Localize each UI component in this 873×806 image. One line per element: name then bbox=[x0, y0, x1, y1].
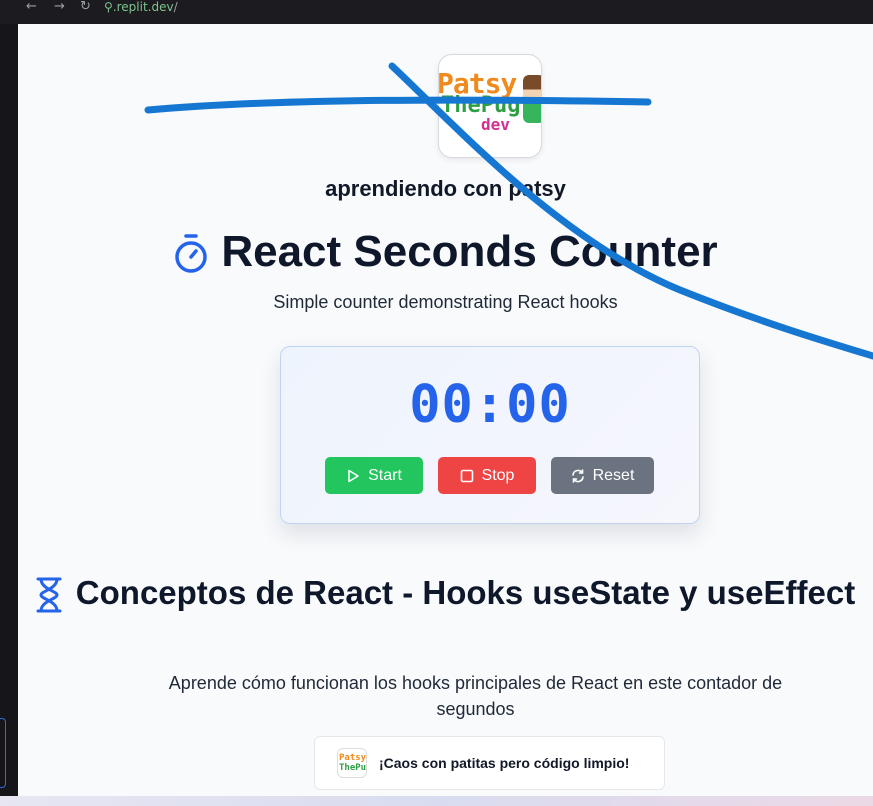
page-content: Patsy ThePug dev aprendiendo con patsy R… bbox=[18, 24, 873, 796]
url-host: .replit.dev bbox=[112, 0, 174, 14]
badge-logo-text-top: Patsy bbox=[339, 753, 367, 763]
brand-name: aprendiendo con patsy bbox=[325, 176, 566, 201]
start-button[interactable]: Start bbox=[325, 457, 423, 494]
badge-logo: Patsy ThePug bbox=[337, 748, 367, 778]
motto-badge: Patsy ThePug ¡Caos con patitas pero códi… bbox=[314, 736, 665, 790]
logo-text-bottom: dev bbox=[481, 115, 510, 134]
reset-button[interactable]: Reset bbox=[551, 457, 654, 494]
pug-illustration bbox=[523, 75, 541, 123]
counter-card: 00:00 Start Stop Reset bbox=[280, 346, 700, 524]
site-logo[interactable]: Patsy ThePug dev bbox=[438, 54, 542, 158]
page-subtitle: Simple counter demonstrating React hooks bbox=[273, 292, 618, 312]
side-panel bbox=[0, 24, 18, 806]
play-icon bbox=[348, 469, 359, 482]
section-title: Conceptos de React - Hooks useState y us… bbox=[18, 572, 873, 614]
badge-text: ¡Caos con patitas pero código limpio! bbox=[379, 755, 630, 771]
reload-button[interactable]: ↻ bbox=[80, 0, 91, 16]
refresh-icon bbox=[571, 468, 584, 483]
reset-label: Reset bbox=[592, 466, 635, 484]
hourglass-icon bbox=[36, 577, 62, 613]
square-icon bbox=[460, 469, 473, 482]
side-panel-handle[interactable] bbox=[0, 718, 6, 788]
url-path: / bbox=[173, 0, 178, 14]
browser-toolbar: ← → ↻ ⚲.replit.dev/ bbox=[0, 0, 873, 24]
page-title: React Seconds Counter bbox=[18, 227, 873, 277]
address-bar[interactable]: ⚲.replit.dev/ bbox=[104, 0, 178, 14]
section-title-text: Conceptos de React - Hooks useState y us… bbox=[75, 574, 856, 611]
stopwatch-icon bbox=[175, 234, 208, 274]
taskbar-strip bbox=[0, 796, 873, 806]
forward-button[interactable]: → bbox=[54, 0, 65, 16]
start-label: Start bbox=[368, 466, 402, 484]
stop-button[interactable]: Stop bbox=[438, 457, 536, 494]
badge-logo-text-bottom: ThePug bbox=[339, 763, 367, 773]
section-description: Aprende cómo funcionan los hooks princip… bbox=[168, 673, 783, 719]
link-icon: ⚲ bbox=[104, 0, 113, 14]
page-title-text: React Seconds Counter bbox=[221, 227, 718, 276]
timer-display: 00:00 bbox=[409, 375, 571, 435]
stop-label: Stop bbox=[481, 466, 515, 484]
back-button[interactable]: ← bbox=[26, 0, 37, 16]
